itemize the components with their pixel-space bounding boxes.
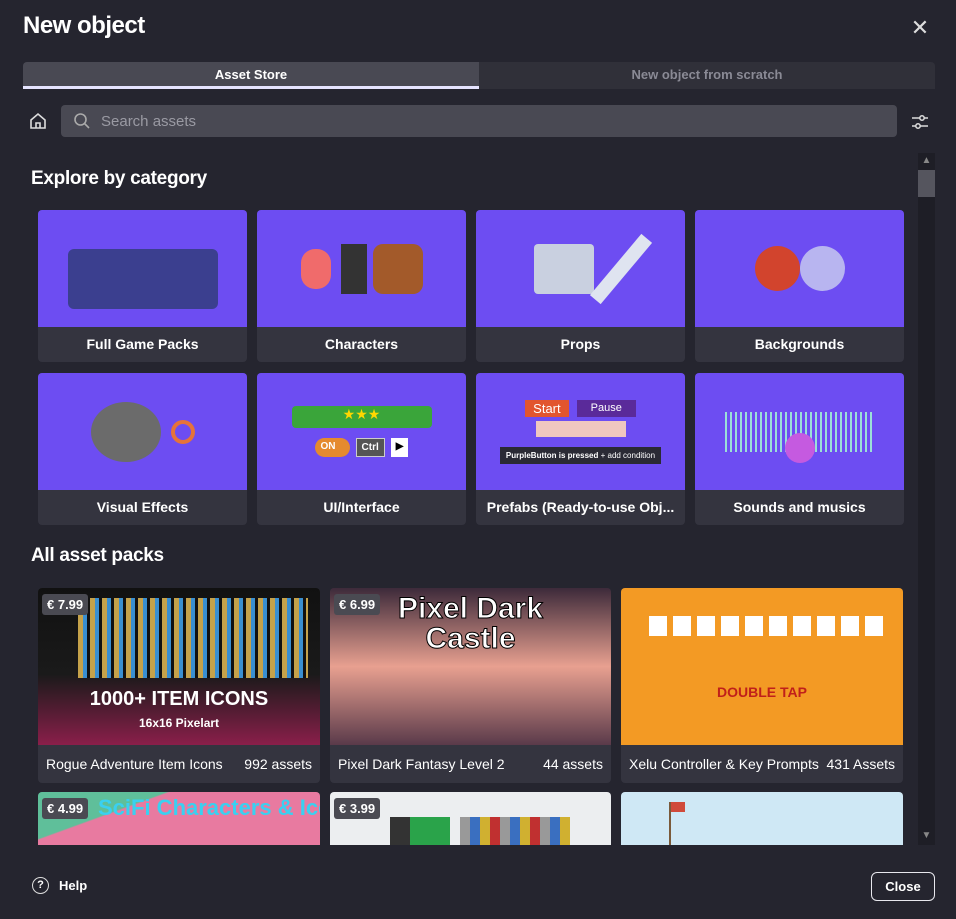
home-icon[interactable]: [28, 111, 48, 131]
tab-new-object-from-scratch[interactable]: New object from scratch: [479, 62, 935, 89]
category-image: [695, 373, 904, 490]
start-art: Start: [525, 399, 569, 417]
category-label: Sounds and musics: [733, 499, 866, 515]
all-asset-packs-heading: All asset packs: [31, 545, 164, 566]
search-icon: [74, 113, 90, 129]
pack-thumbnail: € 3.99: [330, 792, 611, 845]
asset-pack-card[interactable]: € 3.99: [330, 792, 611, 845]
pack-thumbnail: [621, 792, 903, 845]
dialog-title: New object: [23, 12, 145, 39]
filter-settings-icon[interactable]: [910, 112, 930, 132]
key-art: Ctrl: [355, 438, 385, 457]
pack-thumbnail: DOUBLE TAP: [621, 588, 903, 745]
pack-thumbnail: 1000+ ITEM ICONS 16x16 Pixelart € 7.99: [38, 588, 320, 745]
asset-pack-card[interactable]: [621, 792, 903, 845]
add-condition-art: + add condition: [600, 450, 656, 460]
help-label: Help: [59, 878, 88, 893]
price-badge: € 6.99: [334, 594, 381, 615]
pack-name: Pixel Dark Fantasy Level 2: [338, 756, 505, 772]
category-visual-effects[interactable]: Visual Effects: [38, 373, 247, 525]
scrollbar-track[interactable]: [918, 153, 935, 845]
category-grid: Full Game Packs Characters Props Backgro…: [38, 210, 904, 525]
category-full-game-packs[interactable]: Full Game Packs: [38, 210, 247, 362]
asset-pack-grid: 1000+ ITEM ICONS 16x16 Pixelart € 7.99 R…: [38, 588, 903, 845]
asset-pack-card[interactable]: DOUBLE TAP Xelu Controller & Key Prompts…: [621, 588, 903, 783]
category-label: Backgrounds: [754, 336, 845, 352]
category-prefabs[interactable]: Start Pause PurpleButton is pressed + add …: [476, 373, 685, 525]
category-ui-interface[interactable]: ★★★ ON Ctrl ▶ UI/Interface: [257, 373, 466, 525]
pack-name: Xelu Controller & Key Prompts: [629, 756, 819, 772]
tab-bar: Asset Store New object from scratch: [23, 62, 935, 89]
explore-by-category-heading: Explore by category: [31, 168, 207, 189]
asset-pack-card[interactable]: 1000+ ITEM ICONS 16x16 Pixelart € 7.99 R…: [38, 588, 320, 783]
category-image: [257, 210, 466, 327]
category-image: Start Pause PurpleButton is pressed + add …: [476, 373, 685, 490]
category-label: Full Game Packs: [86, 336, 199, 352]
pack-thumbnail: SciFi Characters & Icons € 4.99: [38, 792, 320, 845]
asset-pack-card[interactable]: Pixel Dark Castle € 6.99 Pixel Dark Fant…: [330, 588, 611, 783]
pack-art-text: DOUBLE TAP: [717, 684, 807, 700]
pack-asset-count: 992 assets: [244, 756, 312, 772]
asset-pack-card[interactable]: SciFi Characters & Icons € 4.99: [38, 792, 320, 845]
price-badge: € 7.99: [42, 594, 89, 615]
pack-asset-count: 44 assets: [543, 756, 603, 772]
close-button[interactable]: Close: [871, 872, 935, 901]
pack-asset-count: 431 Assets: [826, 756, 896, 772]
category-label: Props: [560, 336, 601, 352]
close-icon[interactable]: ✕: [908, 16, 932, 40]
search-input[interactable]: [101, 112, 861, 130]
scroll-down-icon[interactable]: ▼: [918, 830, 935, 841]
toggle-art: ON: [314, 438, 350, 457]
search-field[interactable]: [61, 105, 897, 137]
category-image: [695, 210, 904, 327]
category-characters[interactable]: Characters: [257, 210, 466, 362]
scroll-up-icon[interactable]: ▲: [918, 155, 935, 166]
scrollbar-thumb[interactable]: [918, 170, 935, 197]
price-badge: € 3.99: [334, 798, 381, 819]
price-badge: € 4.99: [42, 798, 89, 819]
category-sounds-and-musics[interactable]: Sounds and musics: [695, 373, 904, 525]
pack-art-text: 1000+ ITEM ICONS: [89, 688, 269, 710]
pack-art-subtext: 16x16 Pixelart: [138, 716, 220, 730]
category-image: [476, 210, 685, 327]
category-label: Prefabs (Ready-to-use Obj...: [486, 499, 675, 515]
category-image: ★★★ ON Ctrl ▶: [257, 373, 466, 490]
category-label: Characters: [324, 336, 399, 352]
pack-name: Rogue Adventure Item Icons: [46, 756, 223, 772]
pack-thumbnail: Pixel Dark Castle € 6.99: [330, 588, 611, 745]
category-image: [38, 373, 247, 490]
category-label: Visual Effects: [96, 499, 189, 515]
tab-asset-store[interactable]: Asset Store: [23, 62, 479, 89]
category-props[interactable]: Props: [476, 210, 685, 362]
help-icon: ?: [32, 877, 49, 894]
help-button[interactable]: ? Help: [32, 877, 87, 894]
category-label: UI/Interface: [323, 499, 400, 515]
category-image: [38, 210, 247, 327]
category-backgrounds[interactable]: Backgrounds: [695, 210, 904, 362]
condition-art: PurpleButton is pressed: [505, 450, 599, 460]
pause-art: Pause: [576, 399, 636, 417]
